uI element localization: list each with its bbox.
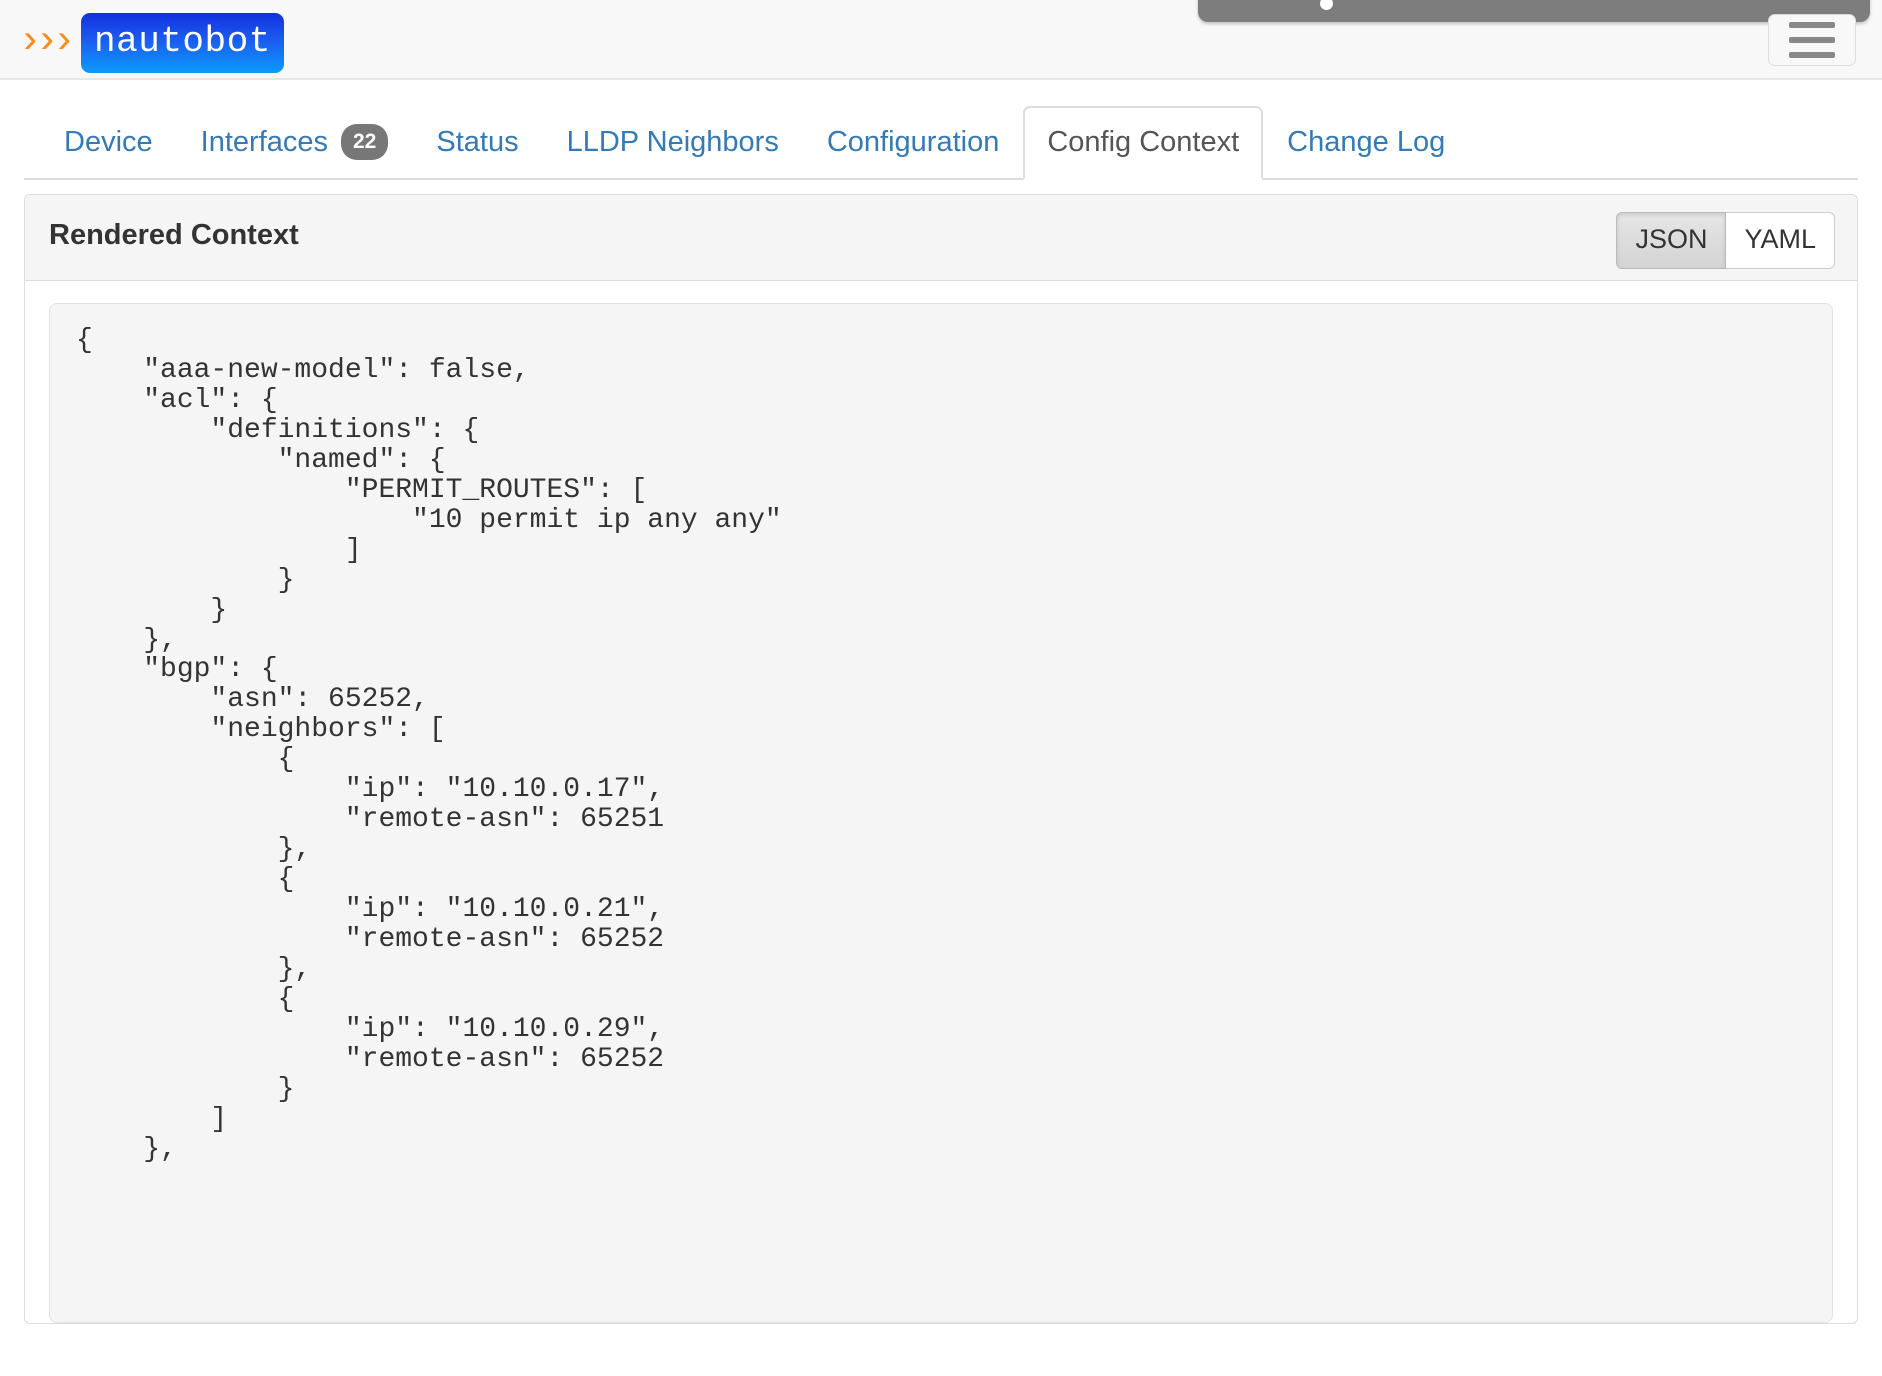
tab-device[interactable]: Device — [40, 106, 177, 180]
hamburger-bar-icon — [1789, 52, 1835, 58]
tab-label: LLDP Neighbors — [567, 124, 779, 160]
overlay-dot-icon — [1320, 0, 1333, 10]
tab-bar-container: Device Interfaces 22 Status LLDP Neighbo… — [24, 80, 1858, 180]
navbar-toggle-button[interactable] — [1768, 14, 1856, 66]
tab-interfaces[interactable]: Interfaces 22 — [177, 106, 413, 180]
tab-status[interactable]: Status — [412, 106, 542, 180]
tab-label: Configuration — [827, 124, 1000, 160]
brand-name: nautobot — [81, 13, 284, 73]
tab-label: Change Log — [1287, 124, 1445, 160]
tab-label: Device — [64, 124, 153, 160]
interfaces-count-badge: 22 — [341, 124, 388, 160]
hamburger-bar-icon — [1789, 22, 1835, 28]
tab-config-context[interactable]: Config Context — [1023, 106, 1263, 180]
tab-label: Status — [436, 124, 518, 160]
brand-logo[interactable]: ››› nautobot — [18, 13, 284, 73]
rendered-context-panel: Rendered Context JSON YAML { "aaa-new-mo… — [24, 194, 1858, 1324]
json-format-button[interactable]: JSON — [1616, 212, 1726, 269]
yaml-format-button[interactable]: YAML — [1726, 212, 1835, 269]
format-toggle-group: JSON YAML — [1616, 212, 1835, 269]
hamburger-bar-icon — [1789, 37, 1835, 43]
chevrons-icon: ››› — [18, 23, 69, 63]
tab-label: Interfaces — [201, 124, 328, 160]
rendered-context-code: { "aaa-new-model": false, "acl": { "defi… — [49, 303, 1833, 1323]
panel-body: { "aaa-new-model": false, "acl": { "defi… — [25, 281, 1857, 1323]
panel-heading: Rendered Context JSON YAML — [25, 195, 1857, 281]
tab-change-log[interactable]: Change Log — [1263, 106, 1469, 180]
tab-lldp-neighbors[interactable]: LLDP Neighbors — [543, 106, 803, 180]
app-header: ››› nautobot — [0, 0, 1882, 80]
tab-bar: Device Interfaces 22 Status LLDP Neighbo… — [24, 106, 1858, 180]
tab-configuration[interactable]: Configuration — [803, 106, 1024, 180]
page-title: Rendered Context — [49, 217, 1833, 255]
tab-label: Config Context — [1047, 124, 1239, 160]
